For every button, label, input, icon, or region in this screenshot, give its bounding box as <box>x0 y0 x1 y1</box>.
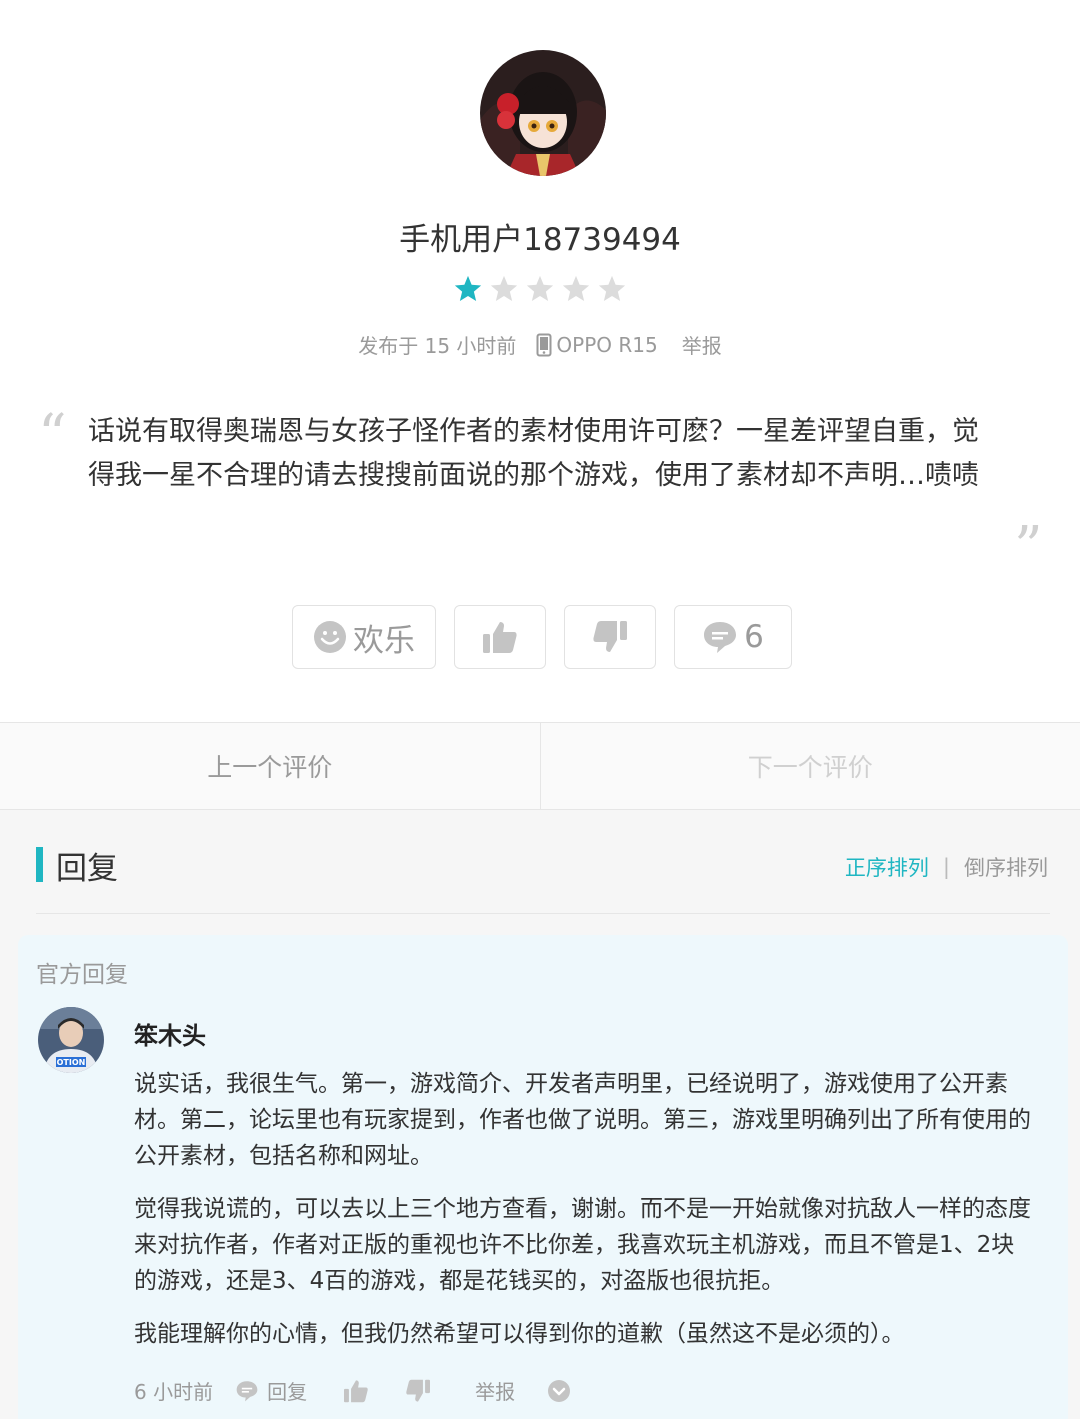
reply-dislike-button[interactable] <box>405 1379 431 1403</box>
section-accent-bar <box>36 847 43 882</box>
star-empty-icon <box>490 275 518 301</box>
reply-button[interactable]: 回复 <box>235 1376 307 1405</box>
review-actions: 欢乐 6 <box>292 605 792 669</box>
quote-close-icon: ” <box>1014 515 1043 580</box>
official-reply-text: 说实话，我很生气。第一，游戏简介、开发者声明里，已经说明了，游戏使用了公开素材。… <box>134 1066 1034 1369</box>
star-empty-icon <box>526 275 554 301</box>
svg-text:OTION: OTION <box>57 1058 86 1067</box>
thumbs-up-icon <box>344 1379 368 1402</box>
sort-separator: | <box>942 855 950 879</box>
device-name: OPPO R15 <box>556 332 658 357</box>
mood-button[interactable]: 欢乐 <box>292 605 436 669</box>
star-filled-icon <box>454 275 482 301</box>
like-button[interactable] <box>454 605 546 669</box>
reply-button-label: 回复 <box>267 1380 308 1404</box>
sort-ascending[interactable]: 正序排列 <box>845 852 929 882</box>
star-empty-icon <box>562 275 590 301</box>
mood-label: 欢乐 <box>353 622 415 659</box>
comment-icon <box>236 1380 258 1401</box>
review-meta: 发布于 15 小时前 OPPO R15 举报 <box>0 330 1080 359</box>
developer-avatar[interactable]: OTION <box>38 1007 104 1073</box>
official-reply-label: 官方回复 <box>36 962 128 988</box>
developer-name: 笨木头 <box>134 1022 206 1050</box>
prev-review-button[interactable]: 上一个评价 <box>0 723 541 809</box>
replies-title: 回复 <box>56 851 118 887</box>
comment-icon <box>704 622 737 653</box>
divider <box>36 913 1050 914</box>
thumbs-down-icon <box>406 1379 431 1402</box>
report-link[interactable]: 举报 <box>682 330 722 359</box>
reply-paragraph: 我能理解你的心情，但我仍然希望可以得到你的道歉（虽然这不是必须的）。 <box>134 1321 905 1347</box>
reply-paragraph: 说实话，我很生气。第一，游戏简介、开发者声明里，已经说明了，游戏使用了公开素材。… <box>134 1071 1031 1169</box>
quote-open-icon: “ <box>38 403 67 468</box>
review-navigation: 上一个评价 下一个评价 <box>0 722 1080 810</box>
rating-stars <box>453 274 627 304</box>
device-info: OPPO R15 <box>536 332 658 357</box>
reply-footer: 6 小时前 回复 举报 <box>134 1376 571 1405</box>
reply-report-link[interactable]: 举报 <box>475 1376 515 1405</box>
chevron-down-icon <box>548 1379 571 1402</box>
review-text: 话说有取得奥瑞恩与女孩子怪作者的素材使用许可麽？一星差评望自重，觉得我一星不合理… <box>88 416 979 491</box>
reply-paragraph: 觉得我说谎的，可以去以上三个地方查看，谢谢。而不是一开始就像对抗敌人一样的态度来… <box>134 1196 1031 1294</box>
dislike-button[interactable] <box>564 605 656 669</box>
reply-time: 6 小时前 <box>134 1380 214 1404</box>
reviewer-avatar[interactable] <box>480 50 606 176</box>
sort-options: 正序排列 | 倒序排列 <box>845 852 1048 882</box>
more-options-button[interactable] <box>547 1379 571 1403</box>
reviewer-name: 手机用户18739494 <box>399 222 681 258</box>
comments-button[interactable]: 6 <box>674 605 792 669</box>
phone-icon <box>536 333 552 356</box>
sort-descending[interactable]: 倒序排列 <box>964 852 1048 882</box>
thumbs-down-icon <box>593 621 627 652</box>
smiley-icon <box>314 621 346 653</box>
reply-like-button[interactable] <box>343 1379 369 1403</box>
comment-count: 6 <box>744 619 764 655</box>
posted-time: 发布于 15 小时前 <box>358 334 517 358</box>
thumbs-up-icon <box>483 622 517 653</box>
star-empty-icon <box>598 275 626 301</box>
next-review-button[interactable]: 下一个评价 <box>541 723 1080 809</box>
